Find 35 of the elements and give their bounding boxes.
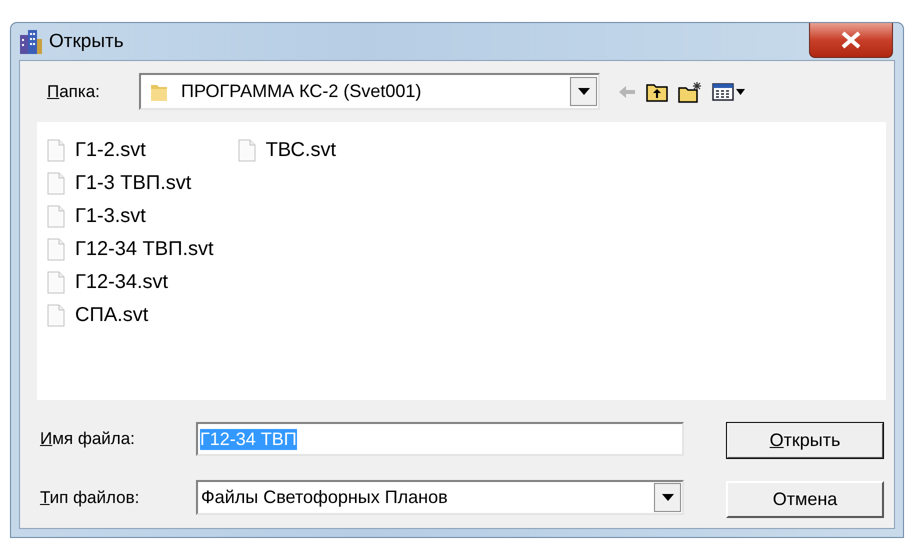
close-button[interactable] (809, 23, 893, 58)
document-icon (47, 139, 65, 162)
dropdown-button[interactable] (654, 483, 681, 512)
file-name-label: Имя файла: (39, 429, 136, 449)
document-icon (47, 304, 65, 327)
dropdown-button[interactable] (570, 77, 597, 106)
building-icon (19, 28, 43, 54)
document-icon (47, 271, 65, 294)
document-icon (47, 172, 65, 195)
folder-label: Папка: (46, 82, 101, 102)
window-title: Открыть (49, 30, 124, 52)
document-icon (238, 139, 256, 162)
file-name-text: Г12-34 ТВП (200, 428, 297, 450)
file-type-label: Тип файлов: (39, 488, 140, 508)
folder-dropdown[interactable]: ПРОГРАММА КС-2 (Svet001) (139, 73, 600, 110)
document-icon (47, 205, 65, 228)
new-folder-icon[interactable] (678, 80, 702, 102)
close-icon (840, 31, 862, 49)
dialog-button[interactable]: Открыть (726, 422, 884, 459)
file-item[interactable]: Г1-3.svt (47, 200, 220, 233)
folder-up-icon[interactable] (646, 82, 668, 102)
file-item[interactable]: Г1-3 ТВП.svt (47, 167, 220, 200)
folder-name: ПРОГРАММА КС-2 (Svet001) (181, 81, 422, 102)
caret-icon (662, 494, 674, 501)
caret-icon (578, 88, 590, 95)
file-item[interactable]: Г12-34.svt (47, 266, 220, 299)
file-item[interactable]: СПА.svt (47, 299, 220, 332)
dialog-button[interactable]: Отмена (726, 481, 884, 518)
document-icon (47, 238, 65, 261)
file-type-dropdown[interactable]: Файлы Светофорных Планов (196, 480, 684, 515)
file-type-value: Файлы Светофорных Планов (201, 487, 449, 508)
file-item[interactable]: ТВС.svt (238, 134, 342, 167)
file-item[interactable]: Г12-34 ТВП.svt (47, 233, 220, 266)
view-menu-icon[interactable] (712, 82, 746, 100)
file-item[interactable]: Г1-2.svt (47, 134, 220, 167)
